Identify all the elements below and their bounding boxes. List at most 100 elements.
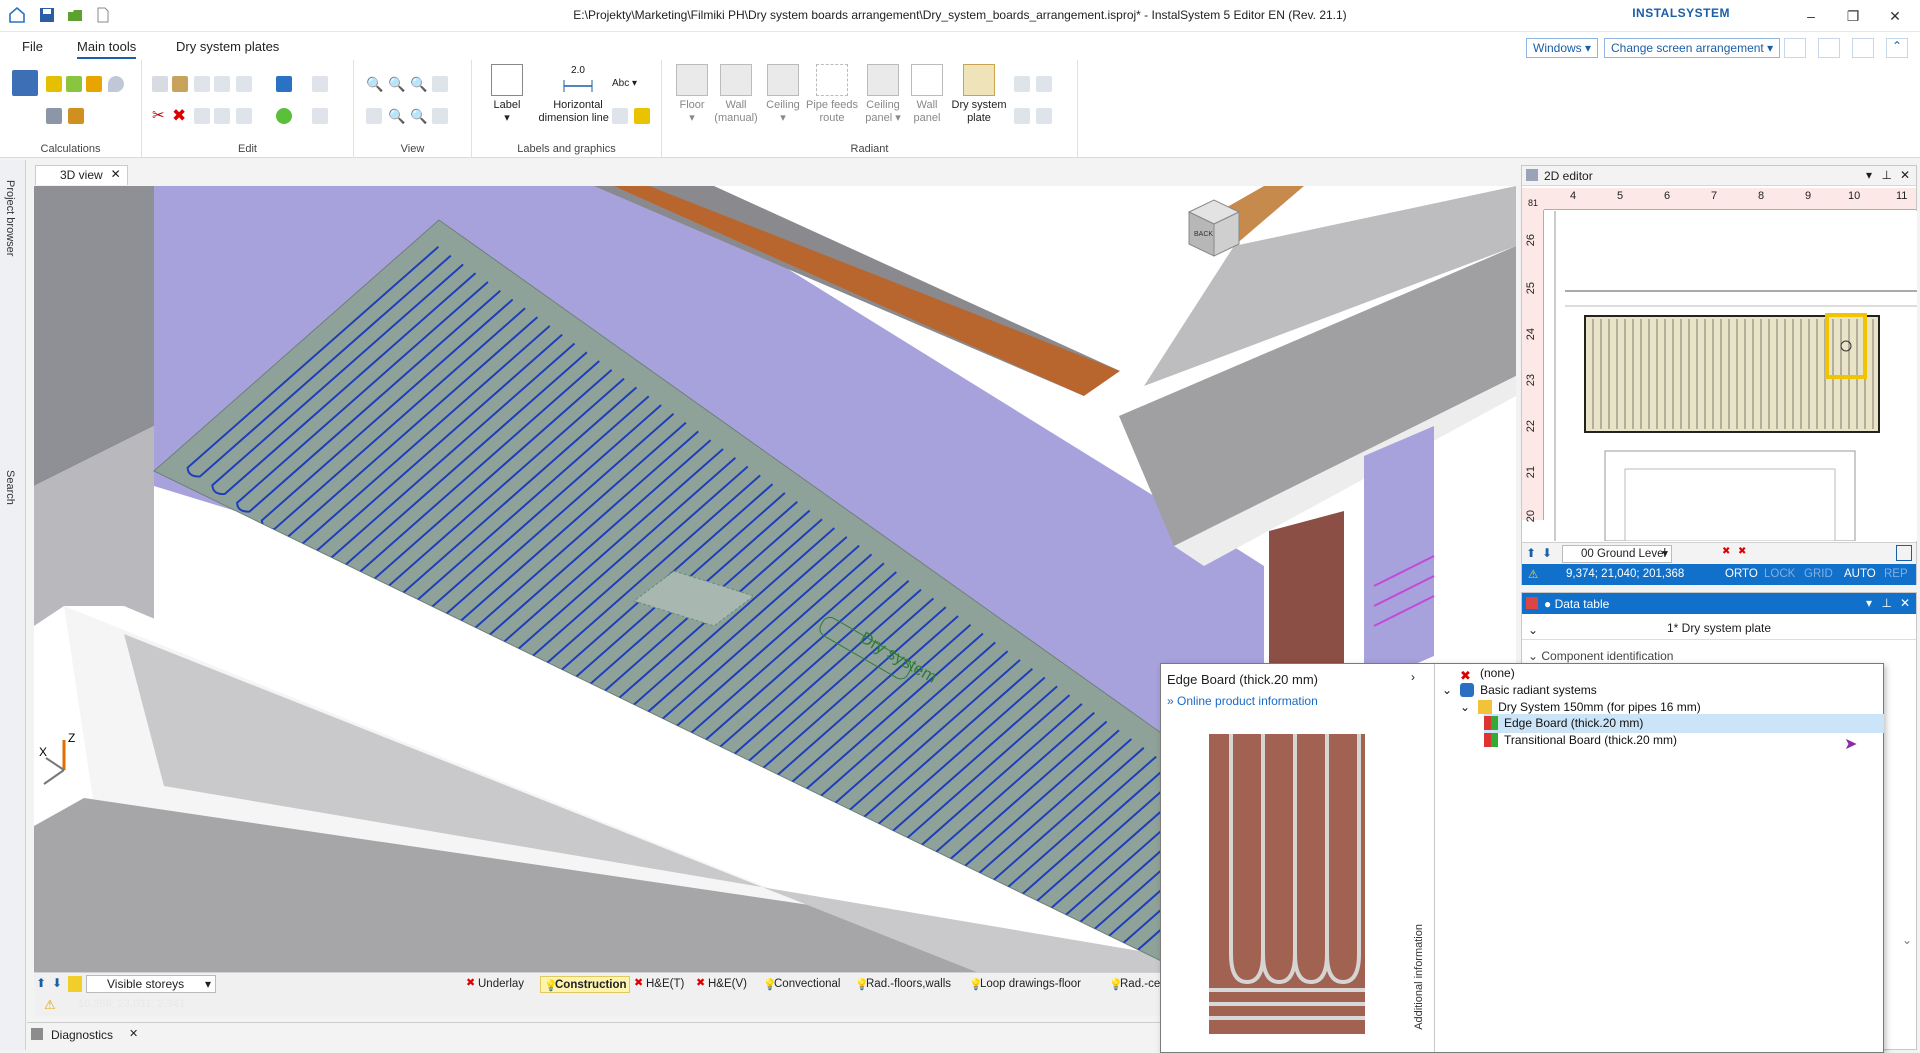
- close-editor-icon[interactable]: ✕: [1900, 168, 1910, 182]
- help-icon[interactable]: [1852, 38, 1874, 58]
- copy-icon[interactable]: [152, 76, 168, 92]
- ceiling-button[interactable]: Ceiling ▾: [760, 64, 806, 125]
- chevron-down-icon[interactable]: ▾: [1866, 596, 1872, 610]
- calc-report-icon[interactable]: [68, 108, 84, 124]
- plate-layout-icon[interactable]: [1036, 76, 1052, 92]
- plate-split-icon[interactable]: [1014, 76, 1030, 92]
- undo-icon[interactable]: [194, 76, 210, 92]
- minimize-button[interactable]: –: [1796, 6, 1826, 26]
- stretch-icon[interactable]: [236, 108, 252, 124]
- array-icon[interactable]: [214, 108, 230, 124]
- flag-grid[interactable]: GRID: [1804, 568, 1833, 580]
- layer-rad-floors-walls[interactable]: 💡 Rad.-floors,walls: [852, 976, 953, 993]
- plate-plan[interactable]: [1584, 315, 1880, 433]
- text-style-dropdown[interactable]: Abc ▾: [612, 78, 637, 89]
- layer-he-t[interactable]: ✖ H&E(T): [632, 976, 686, 993]
- windows-dropdown[interactable]: Windows ▾: [1526, 38, 1599, 58]
- layer-construction[interactable]: 💡 Construction: [540, 976, 630, 993]
- arrow-down-icon[interactable]: ⬇: [52, 976, 66, 992]
- calc-heating-icon[interactable]: [46, 76, 62, 92]
- flag-auto[interactable]: AUTO: [1844, 568, 1876, 580]
- chevron-down-icon[interactable]: ▾: [1866, 168, 1872, 182]
- rotate-icon[interactable]: [194, 108, 210, 124]
- move-icon[interactable]: [236, 76, 252, 92]
- flag-rep[interactable]: REP: [1884, 568, 1908, 580]
- label-button[interactable]: Label ▾: [482, 64, 532, 125]
- calc-list-icon[interactable]: [46, 108, 62, 124]
- cut-icon[interactable]: ✂: [152, 108, 168, 124]
- editor-2d-canvas[interactable]: [1545, 211, 1917, 542]
- flag-lock[interactable]: LOCK: [1764, 568, 1795, 580]
- plate-list-icon[interactable]: [1036, 108, 1052, 124]
- info-icon[interactable]: [276, 76, 292, 92]
- tab-dry-system-plates[interactable]: Dry system plates: [176, 39, 279, 54]
- layer-convectional[interactable]: 💡 Convectional: [760, 976, 842, 993]
- pan-icon[interactable]: [432, 108, 448, 124]
- pin-icon[interactable]: ⊥: [1882, 596, 1892, 610]
- storey-filter-icon[interactable]: [68, 976, 82, 992]
- flag-orto[interactable]: ORTO: [1725, 568, 1758, 580]
- zoom-window-icon[interactable]: 🔍: [410, 76, 427, 92]
- floor-button[interactable]: Floor ▾: [670, 64, 714, 125]
- printer-icon[interactable]: [1818, 38, 1840, 58]
- restore-button[interactable]: ❐: [1838, 6, 1868, 26]
- filter-off-icon[interactable]: ✖: [1738, 546, 1746, 557]
- dry-system-plate-button[interactable]: Dry system plate: [946, 64, 1012, 125]
- layer-rad-ceilings[interactable]: 💡 Rad.-ce: [1106, 976, 1162, 993]
- arrow-up-icon[interactable]: ⬆: [36, 976, 50, 992]
- scroll-down-icon[interactable]: ⌄: [1902, 933, 1912, 947]
- zoom-in-icon[interactable]: 🔍: [366, 76, 383, 92]
- project-browser-tab[interactable]: Project browser: [4, 180, 16, 256]
- close-button[interactable]: ✕: [1880, 6, 1910, 26]
- pipe-feeds-route-button[interactable]: Pipe feeds route: [804, 64, 860, 125]
- layer-loop-drawings-floor[interactable]: 💡 Loop drawings-floor: [966, 976, 1083, 993]
- screenshot-icon[interactable]: [1896, 545, 1912, 561]
- additional-information-tab[interactable]: Additional information: [1413, 924, 1425, 1030]
- section-component-identification[interactable]: ⌄ Component identification: [1528, 649, 1673, 663]
- screen-arrangement-dropdown[interactable]: Change screen arrangement ▾: [1604, 38, 1781, 58]
- calc-cooling-icon[interactable]: [66, 76, 82, 92]
- tab-file[interactable]: File: [22, 39, 43, 54]
- collapse-ribbon-icon[interactable]: ⌃: [1886, 38, 1908, 58]
- layout-icon[interactable]: [1784, 38, 1806, 58]
- wall-manual-button[interactable]: Wall (manual): [710, 64, 762, 125]
- visible-storeys-dropdown[interactable]: Visible storeys ▾: [86, 975, 216, 993]
- table-calc-icon[interactable]: [12, 70, 38, 96]
- pin-icon[interactable]: ⊥: [1882, 168, 1892, 182]
- paste-icon[interactable]: [172, 76, 188, 92]
- zoom-next-icon[interactable]: 🔍: [410, 108, 427, 124]
- diagnostics-tab[interactable]: Diagnostics ✕: [27, 1022, 1187, 1048]
- ceiling-panel-button[interactable]: Ceiling panel ▾: [860, 64, 906, 125]
- tab-3d-view[interactable]: 3D view ✕: [35, 165, 128, 185]
- zoom-all-icon[interactable]: [366, 108, 382, 124]
- mirror-icon[interactable]: [214, 76, 230, 92]
- chevron-right-icon[interactable]: ›: [1411, 670, 1415, 684]
- close-tab-icon[interactable]: ✕: [111, 167, 121, 181]
- plate-edit-icon[interactable]: [1014, 108, 1030, 124]
- filter-off-icon[interactable]: ✖: [1722, 546, 1730, 557]
- zoom-previous-icon[interactable]: 🔍: [388, 108, 405, 124]
- zoom-extents-icon[interactable]: [432, 76, 448, 92]
- table-insert-icon[interactable]: [612, 108, 628, 124]
- check-icon[interactable]: [276, 108, 292, 124]
- search-tab[interactable]: Search: [4, 470, 16, 505]
- delete-icon[interactable]: ✖: [172, 107, 188, 124]
- level-down-icon[interactable]: ⬇: [1542, 546, 1552, 560]
- tab-main-tools[interactable]: Main tools: [77, 39, 137, 59]
- highlight-icon[interactable]: [634, 108, 650, 124]
- zoom-out-icon[interactable]: 🔍: [388, 76, 405, 92]
- wall-panel-button[interactable]: Wall panel: [906, 64, 948, 125]
- level-up-icon[interactable]: ⬆: [1526, 546, 1536, 560]
- view-cube[interactable]: BACK: [1187, 199, 1241, 257]
- close-datatable-icon[interactable]: ✕: [1900, 596, 1910, 610]
- tree-item-transitional-board[interactable]: Transitional Board (thick.20 mm): [1484, 731, 1677, 750]
- layer-underlay[interactable]: ✖ Underlay: [464, 976, 526, 993]
- online-info-link[interactable]: » Online product information: [1167, 694, 1318, 708]
- close-diagnostics-icon[interactable]: ✕: [129, 1027, 138, 1040]
- select-icon[interactable]: [312, 108, 328, 124]
- align-icon[interactable]: [312, 76, 328, 92]
- layer-he-v[interactable]: ✖ H&E(V): [694, 976, 749, 993]
- level-dropdown[interactable]: 00 Ground Level ▾: [1562, 545, 1672, 563]
- calc-power-icon[interactable]: [86, 76, 102, 92]
- water-drop-icon[interactable]: [108, 76, 124, 92]
